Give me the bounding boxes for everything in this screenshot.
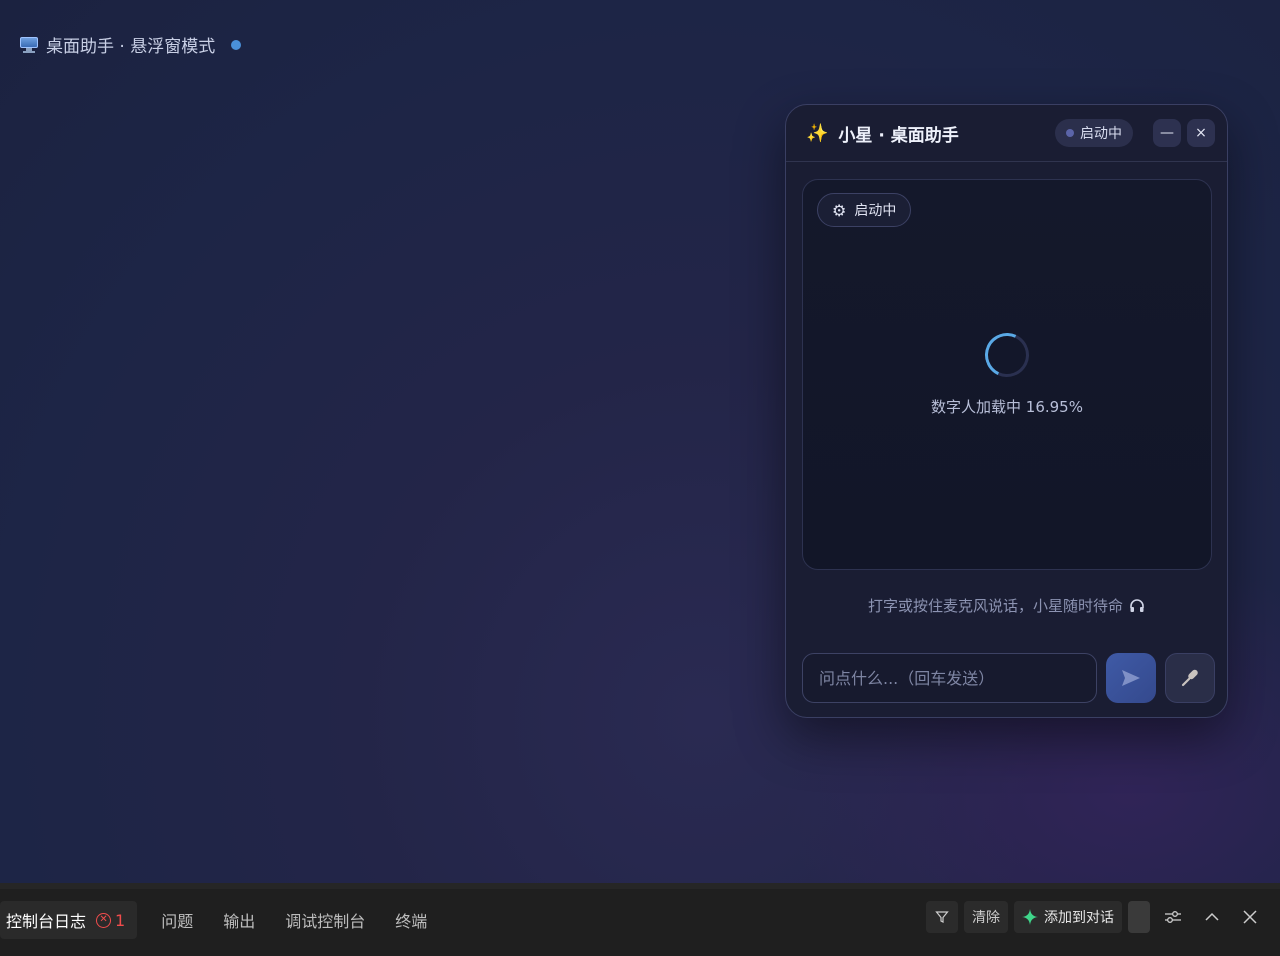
panel-toolbar: 清除 添加到对话 bbox=[926, 901, 1266, 933]
assistant-header[interactable]: ✨ 小星 · 桌面助手 启动中 — × bbox=[786, 105, 1227, 162]
monitor-icon bbox=[20, 36, 38, 53]
gear-icon: ⚙ bbox=[832, 200, 847, 220]
tab-debug-console[interactable]: 调试控制台 bbox=[279, 901, 371, 939]
filter-icon bbox=[935, 911, 949, 923]
tab-output[interactable]: 输出 bbox=[217, 901, 261, 939]
panel-tabs: 控制台日志 ✕ 1 问题 输出 调试控制台 终端 bbox=[0, 901, 451, 939]
state-label: 启动中 bbox=[1080, 126, 1122, 142]
loading-spinner bbox=[978, 326, 1036, 384]
maximize-panel-button[interactable] bbox=[1196, 901, 1228, 933]
send-button[interactable] bbox=[1106, 653, 1156, 703]
add-to-chat-label: 添加到对话 bbox=[1044, 910, 1114, 926]
toolbar-placeholder-button[interactable] bbox=[1128, 901, 1150, 933]
input-row bbox=[802, 653, 1215, 703]
hint-row: 打字或按住麦克风说话，小星随时待命 bbox=[786, 595, 1227, 616]
headphones-icon bbox=[1130, 598, 1144, 612]
clear-button[interactable]: 清除 bbox=[964, 901, 1008, 933]
stage-status-label: 启动中 bbox=[854, 203, 897, 219]
panel-settings-button[interactable] bbox=[1156, 901, 1190, 933]
page-title: 桌面助手 · 悬浮窗模式 bbox=[46, 37, 216, 57]
close-button[interactable]: × bbox=[1187, 119, 1215, 147]
error-count: 1 bbox=[115, 910, 126, 930]
tab-console-log[interactable]: 控制台日志 ✕ 1 bbox=[0, 901, 138, 939]
loading-text: 数字人加载中 16.95% bbox=[931, 398, 1083, 416]
assistant-window: ✨ 小星 · 桌面助手 启动中 — × ⚙ 启动中 数字人加载中 16.95% … bbox=[785, 104, 1228, 718]
stage-status-badge: ⚙ 启动中 bbox=[817, 193, 912, 227]
state-badge: 启动中 bbox=[1055, 119, 1133, 147]
state-dot bbox=[1066, 129, 1074, 137]
error-icon: ✕ bbox=[96, 912, 112, 928]
page-title-bar: 桌面助手 · 悬浮窗模式 bbox=[20, 32, 242, 57]
sliders-icon bbox=[1165, 911, 1181, 923]
error-count-badge: ✕ 1 bbox=[96, 911, 125, 930]
microphone-button[interactable] bbox=[1165, 653, 1215, 703]
tab-label: 控制台日志 bbox=[6, 912, 87, 931]
close-panel-button[interactable] bbox=[1234, 901, 1266, 933]
status-dot bbox=[231, 39, 242, 50]
question-input[interactable] bbox=[802, 653, 1097, 703]
hint-text: 打字或按住麦克风说话，小星随时待命 bbox=[867, 597, 1123, 615]
close-icon bbox=[1243, 910, 1257, 924]
add-to-chat-button[interactable]: 添加到对话 bbox=[1014, 901, 1122, 933]
avatar-stage: ⚙ 启动中 数字人加载中 16.95% bbox=[802, 179, 1212, 570]
microphone-icon bbox=[1181, 669, 1198, 687]
chevron-up-icon bbox=[1205, 912, 1219, 921]
send-icon bbox=[1122, 670, 1140, 686]
sparkle-star-icon bbox=[1022, 909, 1038, 925]
sparkle-icon: ✨ bbox=[806, 122, 829, 144]
tab-terminal[interactable]: 终端 bbox=[389, 901, 433, 939]
tab-problems[interactable]: 问题 bbox=[155, 901, 199, 939]
filter-button[interactable] bbox=[926, 901, 958, 933]
assistant-title: 小星 · 桌面助手 bbox=[838, 125, 959, 146]
minimize-button[interactable]: — bbox=[1153, 119, 1181, 147]
bottom-panel: 控制台日志 ✕ 1 问题 输出 调试控制台 终端 清除 添加到对话 bbox=[0, 883, 1280, 956]
